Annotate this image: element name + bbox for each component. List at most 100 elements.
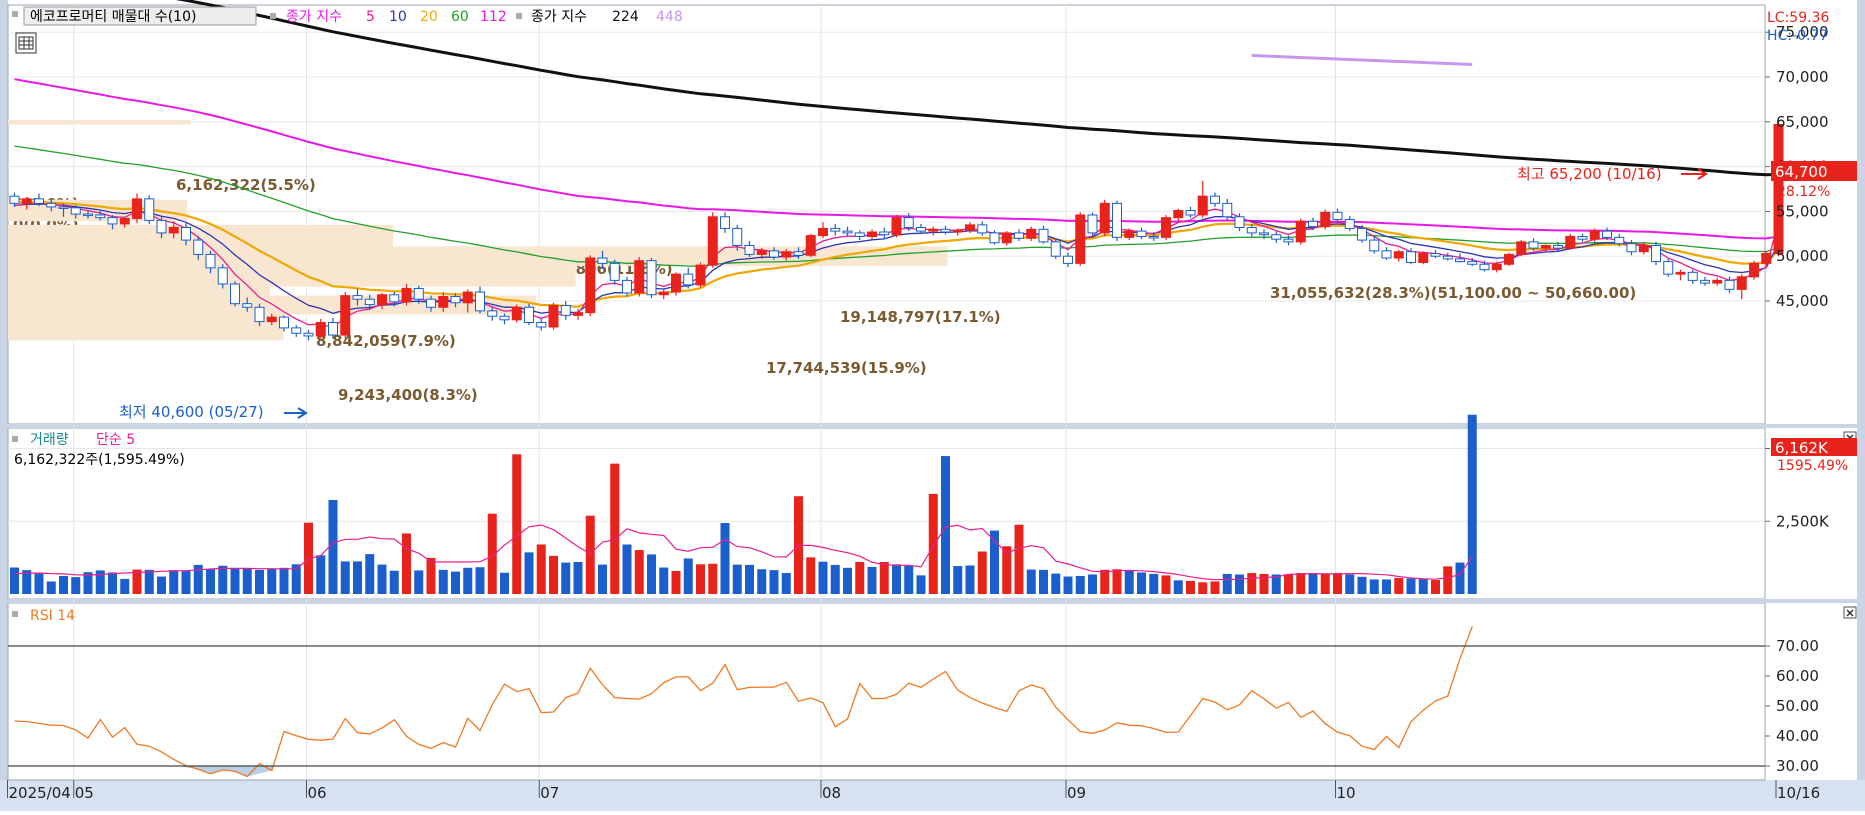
up-candle [1712, 279, 1723, 284]
volume-bar [843, 567, 852, 594]
up-candle [1761, 253, 1772, 264]
volume-bar [1308, 573, 1318, 594]
up-candle [928, 228, 939, 232]
down-candle [217, 267, 228, 285]
volume-bar [230, 568, 240, 594]
down-candle [1700, 279, 1710, 284]
down-candle [364, 298, 375, 306]
down-candle [426, 298, 436, 308]
ma-legend-prefix: 종가 지수 [286, 9, 342, 25]
down-candle [1602, 230, 1612, 238]
price-tick-label: 70,000 [1776, 68, 1829, 86]
volume-bar [598, 564, 607, 594]
volume-ma-legend: 단순 5 [96, 432, 135, 448]
volume-bar [549, 555, 558, 594]
up-candle [438, 296, 449, 308]
up-candle [1393, 251, 1404, 259]
volume-bar [818, 561, 828, 594]
volume-bar [1173, 580, 1183, 594]
volume-bar [328, 500, 338, 594]
up-candle [1565, 235, 1576, 249]
stock-chart-window[interactable]: 6,162,322(5.5%)0(0.0%)0(0.0%)5,976,035(5… [0, 0, 1865, 811]
up-candle [21, 198, 32, 204]
down-candle [524, 306, 534, 324]
volume-bar [1467, 414, 1477, 594]
down-candle [230, 283, 240, 305]
down-candle [1455, 258, 1465, 263]
ma20-legend[interactable]: 20 [420, 9, 438, 25]
ma224-legend[interactable]: 224 [612, 9, 639, 25]
up-candle [1516, 241, 1527, 255]
down-candle [1369, 239, 1380, 252]
down-candle [1626, 243, 1637, 253]
up-candle [1418, 253, 1429, 263]
down-candle [1087, 214, 1098, 234]
volume-bar [1418, 578, 1428, 594]
volume-bar [904, 565, 914, 594]
up-candle [1504, 253, 1514, 265]
volume-profile-band [8, 120, 191, 125]
up-candle [377, 294, 387, 306]
volume-bar [769, 570, 779, 594]
volume-bar [1124, 571, 1134, 594]
volume-bar [1394, 577, 1404, 594]
volume-bar [144, 569, 154, 594]
ma60-legend[interactable]: 60 [451, 9, 469, 25]
ma10-legend[interactable]: 10 [389, 9, 407, 25]
down-candle [622, 279, 632, 294]
ma-legend-prefix-2: 종가 지수 [531, 9, 587, 25]
price-tick-label: 55,000 [1776, 202, 1829, 220]
up-candle [573, 312, 583, 316]
up-candle [119, 218, 130, 225]
down-candle [609, 262, 620, 281]
volume-bar [377, 564, 387, 594]
volume-bar [879, 561, 889, 594]
close-icon[interactable] [1843, 606, 1857, 619]
volume-bar [389, 570, 399, 594]
down-candle [1651, 244, 1661, 263]
volume-bar [867, 566, 877, 594]
volume-bar [1210, 581, 1220, 594]
volume-bar [892, 564, 901, 594]
pane-divider[interactable] [0, 599, 1857, 603]
price-tick-label: 50,000 [1776, 247, 1829, 265]
volume-bar [451, 571, 460, 594]
ma5-legend[interactable]: 5 [366, 9, 375, 25]
down-candle [720, 216, 730, 229]
up-candle [340, 295, 351, 336]
down-candle [1308, 220, 1318, 228]
up-candle [965, 224, 975, 231]
down-candle [1479, 263, 1490, 271]
volume-bar [1222, 573, 1232, 594]
legend-marker [12, 436, 18, 442]
hc-readout: HC:-0.77 [1767, 28, 1828, 44]
ma448-legend[interactable]: 448 [656, 9, 683, 25]
rsi-tick-label: 60.00 [1776, 667, 1819, 685]
ma112-legend[interactable]: 112 [480, 9, 507, 25]
volume-bar [1026, 569, 1036, 594]
chart-canvas[interactable]: 6,162,322(5.5%)0(0.0%)0(0.0%)5,976,035(5… [0, 0, 1865, 811]
down-candle [1112, 202, 1122, 238]
volume-bar [59, 575, 68, 594]
volume-bar [830, 564, 840, 594]
rsi-tick-label: 30.00 [1776, 757, 1819, 775]
up-candle [1075, 214, 1086, 264]
down-candle [499, 315, 510, 321]
volume-bar [365, 554, 375, 594]
down-candle [1663, 261, 1674, 275]
down-candle [830, 227, 841, 232]
grid-table-icon[interactable] [15, 32, 37, 54]
down-candle [475, 291, 485, 312]
volume-bar [1369, 579, 1379, 594]
volume-bar [855, 561, 865, 594]
volume-bar [500, 572, 509, 594]
down-candle [1050, 241, 1061, 257]
volume-bar [340, 561, 350, 594]
volume-bar [169, 570, 179, 594]
pane-divider[interactable] [0, 424, 1857, 428]
price-tick-label: 45,000 [1776, 292, 1829, 310]
down-candle [34, 198, 44, 204]
down-candle [732, 227, 743, 246]
volume-bar [1333, 573, 1342, 594]
volume-bar [218, 565, 228, 594]
